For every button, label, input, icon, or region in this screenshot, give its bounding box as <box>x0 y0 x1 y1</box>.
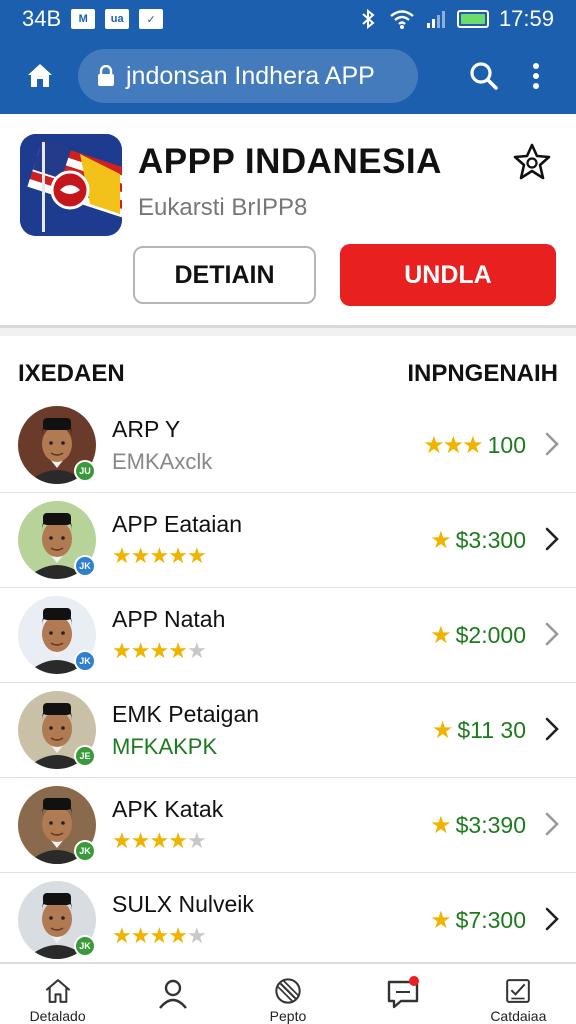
mail-icon: M <box>71 9 96 29</box>
list-item[interactable]: JE EMK Petaigan MFKAKPK ★ $11 30 <box>0 683 576 778</box>
status-time: 17:59 <box>498 6 554 31</box>
list-item[interactable]: JK APP Natah ★★★★★ ★ $2:000 <box>0 588 576 683</box>
item-subtitle: EMKAxclk <box>112 449 213 474</box>
wifi-icon <box>390 10 414 29</box>
app-logo <box>20 134 122 236</box>
list-item[interactable]: JK SULX Nulveik ★★★★★ ★ $7:300 <box>0 873 576 968</box>
avatar-badge: JK <box>74 935 96 957</box>
status-left: 34B M ua ✓ <box>22 6 164 32</box>
chevron-right-icon[interactable] <box>542 715 562 743</box>
item-rating-stars: ★★★★★ <box>112 923 207 948</box>
star-icon: ★★★ <box>423 432 484 459</box>
home-button[interactable] <box>14 50 66 102</box>
item-name: EMK Petaigan <box>112 701 260 727</box>
nav-item-profile[interactable] <box>123 964 223 1024</box>
checklist-icon <box>506 979 531 1003</box>
item-meta: ★ $7:300 <box>430 906 526 935</box>
nav-label-checklist: Catdaiaa <box>490 1008 547 1024</box>
list-item[interactable]: JK APP Eataian ★★★★★ ★ $3:300 <box>0 493 576 588</box>
chevron-right-icon[interactable] <box>542 905 562 933</box>
nav-item-home[interactable]: Detalado <box>8 964 108 1024</box>
item-meta: ★ $3:390 <box>430 811 526 840</box>
list-header-left: IXEDAEN <box>18 360 125 387</box>
app-header-card: APPP INDANESIA Eukarsti BrIPP8 DETIAIN U… <box>0 114 576 328</box>
status-right: 17:59 <box>357 6 554 32</box>
item-meta: ★ $3:300 <box>430 526 526 555</box>
item-name: ARP Y <box>112 416 181 442</box>
bottom-navigation: Detalado Pepto Catdaiaa <box>0 962 576 1024</box>
item-subtitle: MFKAKPK <box>112 734 218 759</box>
app-subtitle: Eukarsti BrIPP8 <box>138 194 308 221</box>
signal-icon <box>426 11 445 28</box>
nav-label-home: Detalado <box>29 1008 86 1024</box>
item-name: SULX Nulveik <box>112 891 254 917</box>
item-value: $2:000 <box>455 622 526 648</box>
nav-label-blocked: Pepto <box>269 1008 307 1024</box>
nav-item-messages[interactable] <box>353 964 453 1024</box>
star-icon: ★ <box>430 812 451 839</box>
app-bar: jndonsan Indhera APP <box>0 38 576 114</box>
list-header: IXEDAEN INPNGENAIH <box>0 352 576 396</box>
address-text: jndonsan Indhera APP <box>126 61 375 90</box>
item-value: $3:390 <box>455 812 526 838</box>
star-icon: ★ <box>430 622 451 649</box>
item-meta: ★★★ 100 <box>423 431 526 460</box>
avatar-badge: JE <box>74 745 96 767</box>
item-value: 100 <box>487 432 526 458</box>
flag-emblem-icon <box>20 134 122 236</box>
status-bar: 34B M ua ✓ 17:59 <box>0 0 576 38</box>
item-value: $3:300 <box>455 527 526 553</box>
star-icon: ★ <box>431 717 453 744</box>
chevron-right-icon[interactable] <box>542 620 562 648</box>
home-icon <box>28 64 52 87</box>
nav-item-blocked[interactable]: Pepto <box>238 964 338 1024</box>
avatar-badge: JK <box>74 840 96 862</box>
battery-icon <box>456 10 489 28</box>
item-rating-stars: ★★★★★ <box>112 543 207 568</box>
bluetooth-icon <box>362 8 375 30</box>
chevron-right-icon[interactable] <box>542 430 562 458</box>
badge-star-icon <box>513 143 551 180</box>
overflow-menu-button[interactable] <box>510 50 562 102</box>
details-button[interactable]: DETIAIN <box>133 246 316 304</box>
check-notification-icon: ✓ <box>139 9 164 29</box>
status-carrier-text: 34B <box>22 6 62 31</box>
item-value: $7:300 <box>455 907 526 933</box>
more-vertical-icon <box>533 63 539 89</box>
search-icon <box>470 62 498 90</box>
item-name: APP Natah <box>112 606 226 632</box>
item-meta: ★ $2:000 <box>430 621 526 650</box>
section-divider <box>0 328 576 336</box>
avatar-badge: JK <box>74 650 96 672</box>
item-rating-stars: ★★★★★ <box>112 828 207 853</box>
app-notification-icon: ua <box>105 9 130 29</box>
blocked-icon <box>275 978 301 1004</box>
app-list: JU ARP Y EMKAxclk ★★★ 100 JK APP Eataian ★★★★★ ★… <box>0 398 576 968</box>
chevron-right-icon[interactable] <box>542 810 562 838</box>
item-rating-stars: ★★★★★ <box>112 638 207 663</box>
bookmark-button[interactable] <box>512 142 552 182</box>
item-name: APP Eataian <box>112 511 243 537</box>
avatar-badge: JU <box>74 460 96 482</box>
item-name: APK Katak <box>112 796 224 822</box>
item-value: $11 30 <box>457 717 526 743</box>
item-meta: ★ $11 30 <box>432 716 526 745</box>
avatar-badge: JK <box>74 555 96 577</box>
app-title: APPP INDANESIA <box>138 142 442 181</box>
list-item[interactable]: JK APK Katak ★★★★★ ★ $3:390 <box>0 778 576 873</box>
nav-item-checklist[interactable]: Catdaiaa <box>468 964 568 1024</box>
list-item[interactable]: JU ARP Y EMKAxclk ★★★ 100 <box>0 398 576 493</box>
install-button[interactable]: UNDLA <box>340 244 556 306</box>
star-icon: ★ <box>430 907 451 934</box>
address-bar[interactable]: jndonsan Indhera APP <box>78 49 418 103</box>
home-icon <box>45 979 70 1003</box>
lock-icon <box>98 65 114 86</box>
star-icon: ★ <box>430 527 451 554</box>
chevron-right-icon[interactable] <box>542 525 562 553</box>
search-button[interactable] <box>458 50 510 102</box>
user-icon <box>158 979 187 1009</box>
list-header-right: INPNGENAIH <box>407 360 558 387</box>
